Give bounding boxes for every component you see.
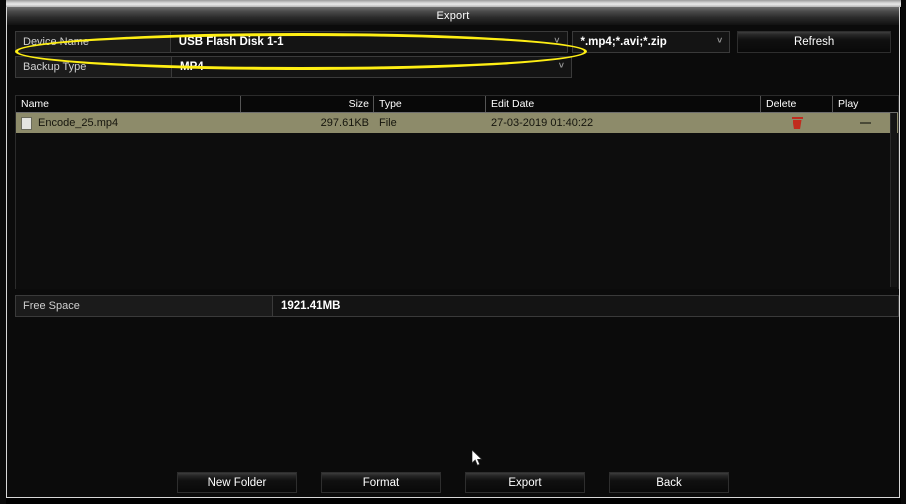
cell-play[interactable] (833, 113, 898, 133)
chevron-down-icon: ˅ (717, 35, 723, 46)
file-table-header: Name Size Type Edit Date Delete Play (16, 96, 898, 113)
column-header-type[interactable]: Type (374, 96, 486, 112)
backup-type-label: Backup Type (15, 56, 172, 78)
dash-icon (860, 122, 871, 124)
file-filter-select[interactable]: *.mp4;*.avi;*.zip ˅ (571, 31, 731, 53)
device-name-label: Device Name (15, 31, 171, 53)
export-form: Device Name USB Flash Disk 1-1 ˅ *.mp4;*… (15, 31, 891, 81)
new-folder-button[interactable]: New Folder (177, 472, 297, 493)
backup-type-value: MP4 (180, 61, 204, 73)
column-header-play[interactable]: Play (833, 96, 898, 112)
back-button[interactable]: Back (609, 472, 729, 493)
trash-icon[interactable] (791, 117, 803, 129)
column-header-name[interactable]: Name (16, 96, 241, 112)
file-table: Name Size Type Edit Date Delete Play Enc… (15, 95, 899, 289)
cell-type: File (379, 117, 397, 129)
screen: Export Device Name USB Flash Disk 1-1 ˅ … (0, 0, 906, 504)
file-table-empty-area (16, 133, 898, 289)
dialog-button-bar: New Folder Format Export Back (7, 472, 899, 493)
export-dialog: Export Device Name USB Flash Disk 1-1 ˅ … (6, 7, 900, 498)
file-filter-value: *.mp4;*.avi;*.zip (580, 36, 667, 48)
table-row[interactable]: Encode_25.mp4 297.61KB File 27-03-2019 0… (16, 113, 898, 133)
column-header-edit-date[interactable]: Edit Date (486, 96, 761, 112)
outer-right-edge (901, 0, 906, 504)
dialog-title: Export (436, 10, 470, 22)
export-button[interactable]: Export (465, 472, 585, 493)
column-header-delete[interactable]: Delete (761, 96, 833, 112)
backup-type-select[interactable]: MP4 ˅ (172, 56, 572, 78)
file-icon (21, 116, 32, 130)
cell-name: Encode_25.mp4 (16, 113, 241, 133)
free-space-label: Free Space (15, 295, 273, 317)
device-name-row: Device Name USB Flash Disk 1-1 ˅ *.mp4;*… (15, 31, 891, 53)
cell-size: 297.61KB (320, 117, 369, 129)
backup-type-row: Backup Type MP4 ˅ (15, 56, 891, 78)
cell-name-text: Encode_25.mp4 (38, 117, 119, 129)
dialog-titlebar: Export (7, 7, 899, 25)
format-button[interactable]: Format (321, 472, 441, 493)
device-name-select[interactable]: USB Flash Disk 1-1 ˅ (170, 31, 568, 53)
outer-top-strip (0, 0, 906, 7)
cell-delete[interactable] (761, 113, 833, 133)
chevron-down-icon: ˅ (558, 60, 564, 71)
cell-edit-date: 27-03-2019 01:40:22 (491, 117, 594, 129)
refresh-button[interactable]: Refresh (737, 31, 891, 53)
free-space-row: Free Space 1921.41MB (15, 295, 899, 317)
device-name-value: USB Flash Disk 1-1 (178, 36, 284, 48)
free-space-value: 1921.41MB (273, 295, 899, 317)
chevron-down-icon: ˅ (554, 35, 560, 46)
file-table-scrollbar[interactable] (890, 113, 897, 287)
column-header-size[interactable]: Size (241, 96, 374, 112)
